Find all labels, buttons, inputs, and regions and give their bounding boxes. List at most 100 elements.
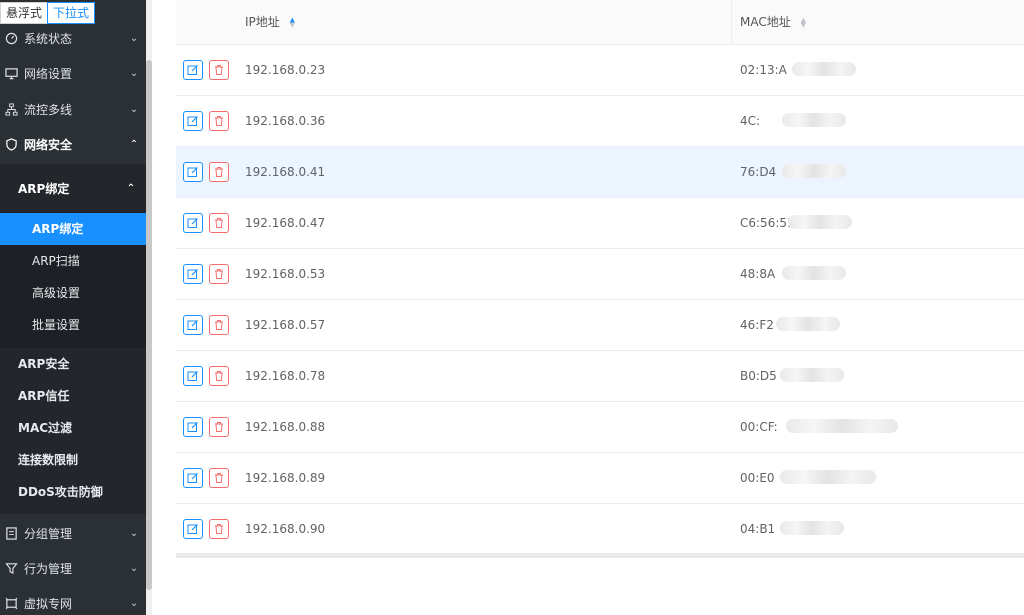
chevron-down-icon: ⌄ — [129, 598, 139, 609]
delete-button[interactable] — [209, 366, 229, 386]
edit-icon — [187, 523, 199, 535]
column-divider — [731, 0, 732, 44]
table-row[interactable]: 192.168.0.36 4C: — [176, 96, 1024, 147]
scrollbar-thumb[interactable] — [146, 60, 152, 590]
arp-binding-table: IP地址 ▲ ▼ MAC地址 ▲ ▼ 192.168.0.23 02:13:A 192.… — [176, 0, 1024, 558]
sidebar-leaf-batch-settings[interactable]: 批量设置 — [0, 309, 146, 341]
submenu-arp-binding[interactable]: ARP绑定 ⌃ — [0, 168, 146, 208]
float-mode-button[interactable]: 悬浮式 — [0, 2, 49, 24]
sidebar-item-behavior-management[interactable]: 行为管理 ⌄ — [0, 551, 146, 586]
delete-button[interactable] — [209, 162, 229, 182]
table-row[interactable]: 192.168.0.78 B0:D5 — [176, 351, 1024, 402]
table-row[interactable]: 192.168.0.53 48:8A — [176, 249, 1024, 300]
edit-icon — [187, 319, 199, 331]
chevron-down-icon: ⌄ — [129, 68, 139, 79]
chevron-down-icon: ⌄ — [129, 33, 139, 44]
delete-button[interactable] — [209, 417, 229, 437]
sidebar: 悬浮式 下拉式 系统状态 ⌄ 网络设置 ⌄ 流控多线 ⌄ 网络安全 ⌃ ARP绑… — [0, 0, 146, 615]
sidebar-item-arp-trust[interactable]: ARP信任 — [0, 380, 146, 412]
edit-icon — [187, 421, 199, 433]
vpn-icon — [4, 597, 18, 611]
sidebar-item-arp-security[interactable]: ARP安全 — [0, 348, 146, 380]
sidebar-item-system-status[interactable]: 系统状态 ⌄ — [0, 21, 146, 56]
delete-button[interactable] — [209, 111, 229, 131]
cell-mac: 4C: — [740, 114, 761, 128]
filter-icon — [4, 562, 18, 576]
cell-mac: 46:F2 — [740, 318, 774, 332]
table-row[interactable]: 192.168.0.41 76:D4 — [176, 147, 1024, 198]
gauge-icon — [4, 32, 18, 46]
sidebar-leaf-arp-binding[interactable]: ARP绑定 — [0, 213, 146, 245]
delete-button[interactable] — [209, 468, 229, 488]
trash-icon — [213, 166, 225, 178]
edit-button[interactable] — [183, 111, 203, 131]
edit-icon — [187, 370, 199, 382]
sidebar-scrollbar[interactable] — [146, 0, 152, 615]
table-row[interactable]: 192.168.0.88 00:CF: — [176, 402, 1024, 453]
edit-button[interactable] — [183, 162, 203, 182]
edit-button[interactable] — [183, 468, 203, 488]
sidebar-item-label: 虚拟专网 — [24, 597, 73, 611]
redaction-blur — [780, 521, 844, 535]
chevron-up-icon: ⌃ — [129, 139, 139, 150]
edit-button[interactable] — [183, 519, 203, 539]
cell-mac: 02:13:A — [740, 63, 787, 77]
cell-mac: 76:D4 — [740, 165, 777, 179]
table-row[interactable]: 192.168.0.57 46:F2 — [176, 300, 1024, 351]
sidebar-item-flow-control[interactable]: 流控多线 ⌄ — [0, 92, 146, 127]
delete-button[interactable] — [209, 519, 229, 539]
sort-icon[interactable]: ▲ ▼ — [290, 16, 295, 28]
sidebar-item-label: 系统状态 — [24, 32, 73, 46]
sidebar-item-network-settings[interactable]: 网络设置 ⌄ — [0, 56, 146, 91]
edit-icon — [187, 472, 199, 484]
edit-button[interactable] — [183, 60, 203, 80]
trash-icon — [213, 370, 225, 382]
sidebar-leaf-advanced-settings[interactable]: 高级设置 — [0, 277, 146, 309]
sidebar-item-ddos-defense[interactable]: DDoS攻击防御 — [0, 476, 146, 508]
chevron-down-icon: ⌄ — [129, 104, 139, 115]
sidebar-item-group-management[interactable]: 分组管理 ⌄ — [0, 516, 146, 551]
sidebar-item-connection-limit[interactable]: 连接数限制 — [0, 444, 146, 476]
edit-button[interactable] — [183, 315, 203, 335]
edit-button[interactable] — [183, 417, 203, 437]
edit-button[interactable] — [183, 366, 203, 386]
trash-icon — [213, 421, 225, 433]
redaction-blur — [786, 419, 898, 433]
sidebar-leaf-arp-scan[interactable]: ARP扫描 — [0, 245, 146, 277]
redaction-blur — [780, 368, 844, 382]
edit-icon — [187, 217, 199, 229]
redaction-blur — [792, 62, 856, 76]
cell-ip: 192.168.0.89 — [245, 471, 326, 485]
redaction-blur — [782, 266, 846, 280]
table-row[interactable]: 192.168.0.23 02:13:A — [176, 45, 1024, 96]
sidebar-item-vpn[interactable]: 虚拟专网 ⌄ — [0, 586, 146, 615]
cell-ip: 192.168.0.41 — [245, 165, 326, 179]
sort-icon[interactable]: ▲ ▼ — [801, 16, 806, 28]
menu-mode-switch: 悬浮式 下拉式 — [0, 0, 96, 26]
chevron-down-icon: ⌄ — [129, 563, 139, 574]
table-row[interactable]: 192.168.0.47 C6:56:51 — [176, 198, 1024, 249]
trash-icon — [213, 319, 225, 331]
delete-button[interactable] — [209, 264, 229, 284]
table-row[interactable]: 192.168.0.90 04:B1 — [176, 504, 1024, 555]
cell-mac: B0:D5 — [740, 369, 777, 383]
sidebar-item-mac-filter[interactable]: MAC过滤 — [0, 412, 146, 444]
document-icon — [4, 527, 18, 541]
edit-button[interactable] — [183, 264, 203, 284]
column-header-ip[interactable]: IP地址 ▲ ▼ — [245, 0, 295, 44]
table-row[interactable]: 192.168.0.89 00:E0 — [176, 453, 1024, 504]
delete-button[interactable] — [209, 60, 229, 80]
delete-button[interactable] — [209, 213, 229, 233]
sidebar-item-network-security[interactable]: 网络安全 ⌃ — [0, 127, 146, 162]
column-header-mac[interactable]: MAC地址 ▲ ▼ — [740, 0, 806, 44]
trash-icon — [213, 472, 225, 484]
edit-icon — [187, 268, 199, 280]
delete-button[interactable] — [209, 315, 229, 335]
sidebar-item-label: 流控多线 — [24, 103, 73, 117]
sidebar-item-label: 分组管理 — [24, 527, 73, 541]
redaction-blur — [776, 317, 840, 331]
dropdown-mode-button[interactable]: 下拉式 — [47, 2, 96, 24]
shield-icon — [4, 138, 18, 152]
cell-mac: 04:B1 — [740, 522, 776, 536]
edit-button[interactable] — [183, 213, 203, 233]
